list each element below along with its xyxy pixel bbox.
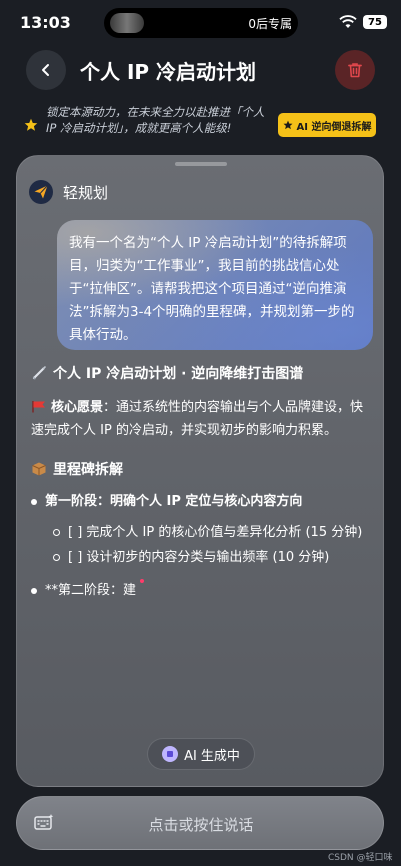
dynamic-island[interactable]: 0后专属 [104, 8, 298, 38]
paper-plane-icon [34, 185, 48, 199]
trash-icon [348, 63, 362, 78]
header: 个人 IP 冷启动计划 [0, 46, 401, 98]
package-icon [32, 462, 46, 476]
milestones-heading-text: 里程碑拆解 [53, 462, 123, 478]
battery-indicator: 75 [363, 15, 387, 29]
core-vision-paragraph: 核心愿景：通过系统性的内容输出与个人品牌建设，快速完成个人 IP 的冷启动，并实… [31, 396, 375, 442]
drag-handle[interactable] [175, 162, 227, 166]
media-thumbnail [110, 13, 144, 33]
assistant-avatar [29, 180, 53, 204]
list-item: 第一阶段：明确个人 IP 定位与核心内容方向 [31, 490, 375, 513]
phase2-partial-text: **第二阶段：建 [45, 583, 137, 598]
bullet-icon [53, 529, 60, 536]
flag-icon [32, 401, 45, 413]
status-time: 13:03 [20, 12, 71, 32]
phase1-title: 第一阶段：明确个人 IP 定位与核心内容方向 [45, 494, 303, 509]
ai-reverse-breakdown-button[interactable]: AI 逆向倒退拆解 [278, 113, 376, 137]
list-item: **第二阶段：建 [31, 579, 375, 602]
bullet-icon [31, 499, 37, 505]
stop-generating-button[interactable]: AI 生成中 [147, 738, 255, 770]
phase1-task: [ ] 设计初步的内容分类与输出频率 (10 分钟) [68, 550, 330, 565]
voice-input-label: 点击或按住说话 [148, 816, 254, 834]
core-vision-label: 核心愿景 [51, 400, 104, 415]
motivation-banner: 锁定本源动力，在未来全力以赴推进「个人 IP 冷启动计划」，成就更高个人能级! … [0, 100, 401, 148]
banner-text: 锁定本源动力，在未来全力以赴推进「个人 IP 冷启动计划」，成就更高个人能级! [46, 105, 265, 135]
response-heading: 个人 IP 冷启动计划 · 逆向降维打击图谱 [31, 362, 375, 384]
phase1-task: [ ] 完成个人 IP 的核心价值与差异化分析 (15 分钟) [68, 525, 363, 540]
user-message-bubble: 我有一个名为“个人 IP 冷启动计划”的待拆解项目，归类为“工作事业”，我目前的… [57, 220, 373, 350]
watermark: CSDN @轻口味 [328, 853, 393, 863]
bullet-icon [31, 588, 37, 594]
bullet-icon [53, 554, 60, 561]
milestones-heading: 里程碑拆解 [31, 458, 375, 480]
rocket-icon [32, 366, 46, 380]
list-item: [ ] 设计初步的内容分类与输出频率 (10 分钟) [31, 546, 375, 569]
star-icon [24, 118, 38, 131]
assistant-name: 轻规划 [63, 184, 109, 202]
ai-generating-label: AI 生成中 [184, 748, 240, 764]
assistant-response: 个人 IP 冷启动计划 · 逆向降维打击图谱 核心愿景：通过系统性的内容输出与个… [31, 362, 375, 602]
star-icon [283, 120, 293, 130]
chat-sheet: 轻规划 我有一个名为“个人 IP 冷启动计划”的待拆解项目，归类为“工作事业”，… [16, 155, 384, 787]
stop-icon [162, 746, 179, 762]
user-message-text: 我有一个名为“个人 IP 冷启动计划”的待拆解项目，归类为“工作事业”，我目前的… [69, 235, 355, 343]
status-icons: 75 [339, 15, 387, 29]
wifi-icon [339, 15, 357, 28]
response-heading-text: 个人 IP 冷启动计划 · 逆向降维打击图谱 [53, 366, 304, 382]
back-button[interactable] [26, 50, 66, 90]
voice-input-button[interactable]: 点击或按住说话 [16, 796, 384, 850]
chevron-left-icon [42, 64, 49, 76]
page-title: 个人 IP 冷启动计划 [80, 60, 257, 84]
island-label: 0后专属 [248, 16, 292, 31]
delete-button[interactable] [335, 50, 375, 90]
ai-reverse-breakdown-label: AI 逆向倒退拆解 [296, 121, 372, 133]
list-item: [ ] 完成个人 IP 的核心价值与差异化分析 (15 分钟) [31, 521, 375, 544]
typing-cursor [140, 579, 145, 583]
